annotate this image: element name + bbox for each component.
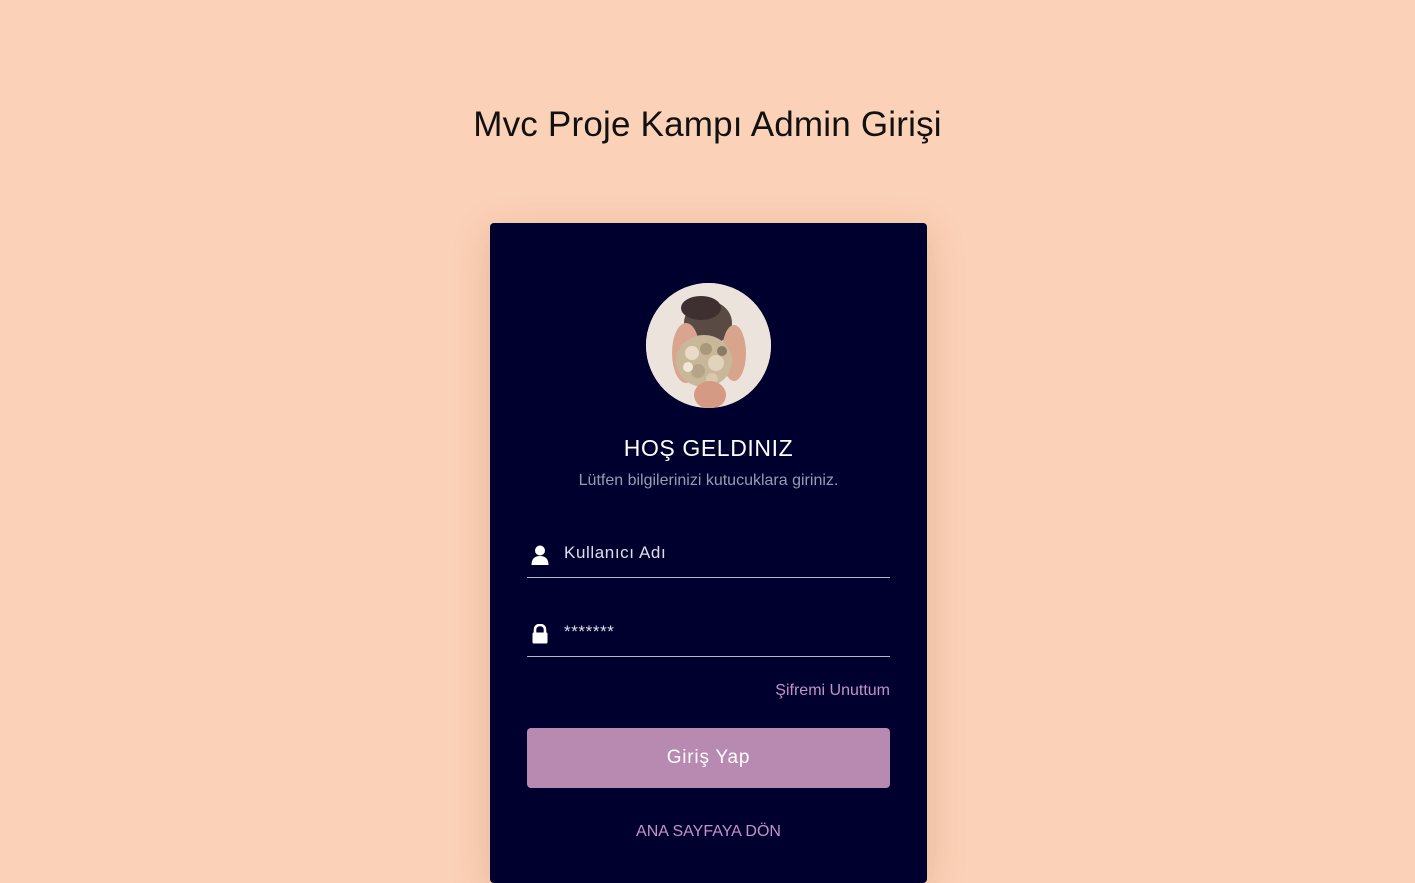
username-field <box>527 533 890 578</box>
username-input[interactable] <box>564 533 884 573</box>
forgot-password-link[interactable]: Şifremi Unuttum <box>775 682 890 700</box>
welcome-subtitle: Lütfen bilgilerinizi kutucuklara giriniz… <box>578 472 839 489</box>
page-title: Mvc Proje Kampı Admin Girişi <box>473 105 942 144</box>
password-input[interactable] <box>564 612 884 652</box>
login-button[interactable]: Giriş Yap <box>527 728 890 788</box>
home-page-link[interactable]: ANA SAYFAYA DÖN <box>490 823 927 841</box>
user-icon <box>531 545 549 565</box>
lock-icon <box>532 624 548 644</box>
welcome-title: HOŞ GELDINIZ <box>623 435 794 461</box>
avatar <box>646 283 771 408</box>
avatar-photo <box>646 283 771 408</box>
password-field <box>527 612 890 657</box>
login-card: HOŞ GELDINIZ Lütfen bilgilerinizi kutucu… <box>490 223 927 883</box>
